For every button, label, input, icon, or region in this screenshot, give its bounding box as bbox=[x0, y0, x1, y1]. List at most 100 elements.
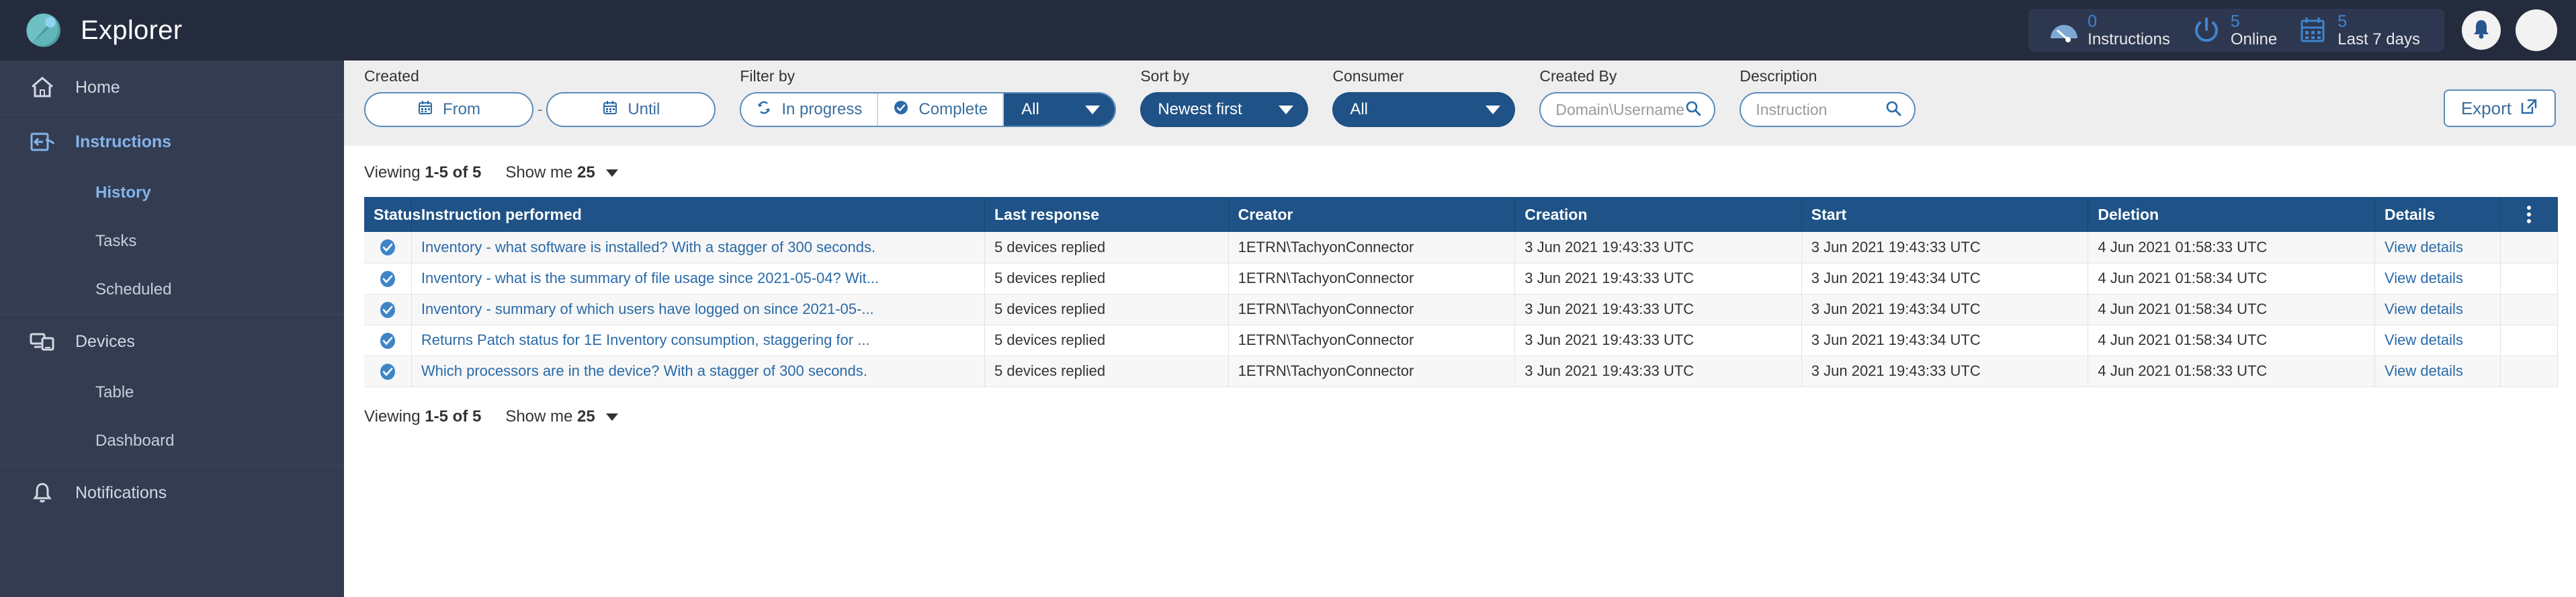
cell-start: 3 Jun 2021 19:43:34 UTC bbox=[1801, 263, 2089, 294]
stat-instructions[interactable]: 0 Instructions bbox=[2049, 13, 2170, 48]
brand[interactable]: Explorer bbox=[0, 12, 182, 48]
status-check-circle-icon bbox=[364, 294, 412, 325]
chevron-down-icon bbox=[1279, 105, 1294, 114]
check-circle-icon bbox=[893, 100, 909, 120]
table-header: Status Instruction performed Last respon… bbox=[364, 197, 2558, 232]
created-until-button[interactable]: Until bbox=[546, 92, 716, 127]
column-header-last-response[interactable]: Last response bbox=[984, 197, 1229, 232]
stat-online[interactable]: 5 Online bbox=[2192, 12, 2277, 48]
sidebar-item-home[interactable]: Home bbox=[0, 61, 344, 114]
sidebar-subitem-table[interactable]: Table bbox=[0, 368, 344, 417]
cell-details[interactable]: View details bbox=[2374, 325, 2501, 356]
cell-options[interactable] bbox=[2500, 356, 2559, 387]
cell-instruction[interactable]: Inventory - summary of which users have … bbox=[411, 294, 986, 325]
cell-details[interactable]: View details bbox=[2374, 263, 2501, 294]
column-header-details[interactable]: Details bbox=[2374, 197, 2501, 232]
stat-value: 5 bbox=[2230, 12, 2240, 32]
calendar-icon bbox=[417, 100, 433, 120]
sidebar-item-label: Home bbox=[75, 77, 120, 97]
stat-last-7-days[interactable]: 5 Last 7 days bbox=[2299, 13, 2420, 48]
description-search[interactable] bbox=[1740, 92, 1916, 127]
show-me-dropdown[interactable]: Show me 25 bbox=[505, 407, 619, 426]
table-row[interactable]: Inventory - what software is installed? … bbox=[364, 232, 2559, 264]
external-link-icon bbox=[2520, 97, 2538, 120]
explorer-logo-icon bbox=[26, 12, 62, 48]
avatar[interactable] bbox=[2516, 9, 2557, 51]
consumer-label: Consumer bbox=[1332, 67, 1404, 85]
nav-group-home: Home bbox=[0, 61, 344, 115]
cell-last-response: 5 devices replied bbox=[984, 232, 1229, 264]
calendar-icon bbox=[602, 100, 618, 120]
column-header-status[interactable]: Status bbox=[364, 197, 421, 232]
column-header-start[interactable]: Start bbox=[1801, 197, 2089, 232]
cell-details[interactable]: View details bbox=[2374, 294, 2501, 325]
sidebar-item-notifications[interactable]: Notifications bbox=[0, 466, 344, 520]
notifications-button[interactable] bbox=[2462, 11, 2501, 50]
sort-by-dropdown[interactable]: Newest first bbox=[1140, 92, 1309, 127]
created-from-button[interactable]: From bbox=[364, 92, 533, 127]
cell-deletion: 4 Jun 2021 01:58:34 UTC bbox=[2088, 294, 2375, 325]
created-until-label: Until bbox=[628, 100, 660, 118]
refresh-icon bbox=[756, 100, 772, 120]
cell-options[interactable] bbox=[2500, 232, 2559, 264]
column-header-creation[interactable]: Creation bbox=[1514, 197, 1802, 232]
filter-complete-button[interactable]: Complete bbox=[878, 93, 1004, 126]
table-row[interactable]: Returns Patch status for 1E Inventory co… bbox=[364, 325, 2559, 356]
created-by-search[interactable] bbox=[1539, 92, 1716, 127]
sidebar-item-devices[interactable]: Devices bbox=[0, 315, 344, 368]
search-icon[interactable] bbox=[1885, 100, 1902, 120]
show-me-dropdown[interactable]: Show me 25 bbox=[505, 163, 619, 182]
column-header-creator[interactable]: Creator bbox=[1228, 197, 1516, 232]
chevron-down-icon bbox=[606, 413, 619, 421]
sidebar-item-instructions[interactable]: Instructions bbox=[0, 115, 344, 169]
cell-instruction[interactable]: Inventory - what software is installed? … bbox=[411, 232, 986, 264]
calendar-icon bbox=[2299, 15, 2329, 45]
cell-options[interactable] bbox=[2500, 263, 2559, 294]
cell-instruction[interactable]: Returns Patch status for 1E Inventory co… bbox=[411, 325, 986, 356]
nav-group-devices: Devices Table Dashboard bbox=[0, 315, 344, 466]
consumer-dropdown[interactable]: All bbox=[1332, 92, 1516, 127]
column-header-deletion[interactable]: Deletion bbox=[2088, 197, 2375, 232]
cell-instruction[interactable]: Inventory - what is the summary of file … bbox=[411, 263, 986, 294]
sidebar-subitem-dashboard[interactable]: Dashboard bbox=[0, 417, 344, 465]
created-by-input[interactable] bbox=[1555, 100, 1685, 119]
cell-options[interactable] bbox=[2500, 294, 2559, 325]
cell-instruction[interactable]: Which processors are in the device? With… bbox=[411, 356, 986, 387]
header-actions: 0 Instructions 5 Online 5 Last 7 days bbox=[2028, 9, 2576, 52]
filter-by-dropdown[interactable]: All bbox=[1004, 93, 1115, 126]
consumer-value: All bbox=[1350, 100, 1368, 118]
cell-details[interactable]: View details bbox=[2374, 356, 2501, 387]
filter-created: Created From - Until bbox=[364, 67, 716, 127]
cell-deletion: 4 Jun 2021 01:58:34 UTC bbox=[2088, 263, 2375, 294]
cell-options[interactable] bbox=[2500, 325, 2559, 356]
description-input[interactable] bbox=[1756, 100, 1885, 119]
search-icon[interactable] bbox=[1684, 100, 1702, 120]
table-row[interactable]: Which processors are in the device? With… bbox=[364, 356, 2559, 387]
table-row[interactable]: Inventory - summary of which users have … bbox=[364, 294, 2559, 325]
filter-created-label: Created bbox=[364, 67, 419, 85]
sidebar-subitem-tasks[interactable]: Tasks bbox=[0, 217, 344, 266]
filter-by-group: Filter by In progress Complete All bbox=[740, 67, 1117, 127]
cell-details[interactable]: View details bbox=[2374, 232, 2501, 264]
cell-creator: 1ETRN\TachyonConnector bbox=[1228, 325, 1516, 356]
sidebar-subitem-label: History bbox=[95, 184, 151, 202]
sidebar-subitem-scheduled[interactable]: Scheduled bbox=[0, 266, 344, 314]
status-check-circle-icon bbox=[364, 325, 412, 356]
nav-group-instructions: Instructions History Tasks Scheduled bbox=[0, 115, 344, 315]
chevron-down-icon bbox=[1085, 105, 1101, 114]
cell-creation: 3 Jun 2021 19:43:33 UTC bbox=[1514, 232, 1802, 264]
instructions-table: Status Instruction performed Last respon… bbox=[364, 197, 2559, 387]
filter-consumer: Consumer All bbox=[1332, 67, 1516, 127]
nav-group-notifications: Notifications bbox=[0, 466, 344, 520]
column-header-instruction-performed[interactable]: Instruction performed bbox=[411, 197, 986, 232]
table-row[interactable]: Inventory - what is the summary of file … bbox=[364, 263, 2559, 294]
table-body: Inventory - what software is installed? … bbox=[364, 232, 2559, 387]
instructions-icon bbox=[27, 126, 58, 157]
filter-sort-by: Sort by Newest first bbox=[1140, 67, 1309, 127]
pagination-bottom: Viewing 1-5 of 5 Show me 25 bbox=[344, 387, 2576, 426]
filter-complete-label: Complete bbox=[918, 100, 988, 118]
sidebar-subitem-history[interactable]: History bbox=[0, 169, 344, 217]
export-button[interactable]: Export bbox=[2443, 89, 2556, 127]
column-options-button[interactable] bbox=[2500, 197, 2558, 232]
filter-in-progress-button[interactable]: In progress bbox=[741, 93, 879, 126]
